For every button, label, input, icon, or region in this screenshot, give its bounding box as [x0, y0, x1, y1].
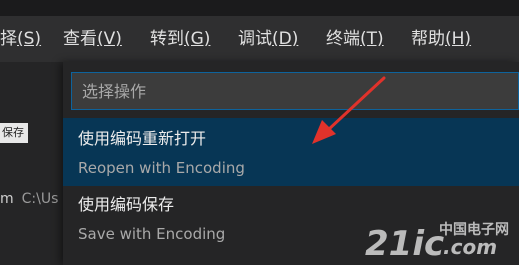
quick-pick-input-box [71, 72, 519, 110]
menu-selection[interactable]: 择(S) [0, 16, 41, 62]
menu-label: 帮助 [411, 29, 445, 49]
menu-mnemonic: (H) [445, 29, 472, 49]
save-tab-fragment: 保存 [0, 123, 28, 143]
menu-mnemonic: (T) [360, 29, 384, 49]
quick-pick-item-reopen-with-encoding[interactable]: 使用编码重新打开 Reopen with Encoding [63, 118, 519, 186]
watermark-domain-text: .com [443, 235, 497, 259]
menu-go[interactable]: 转到(G) [150, 16, 210, 62]
menu-label: 择 [0, 29, 17, 49]
path-name: m [0, 191, 14, 207]
menu-mnemonic: (D) [272, 29, 299, 49]
menu-label: 终端 [326, 29, 360, 49]
menu-terminal[interactable]: 终端(T) [326, 16, 384, 62]
menu-label: 查看 [63, 29, 97, 49]
menu-view[interactable]: 查看(V) [63, 16, 122, 62]
red-arrow-annotation [312, 76, 386, 144]
quick-pick-input[interactable] [72, 73, 518, 109]
window-top-strip [0, 0, 519, 16]
menu-label: 转到 [150, 29, 184, 49]
path-dir: C:\Us [21, 191, 59, 207]
menu-help[interactable]: 帮助(H) [411, 16, 471, 62]
quick-pick-item-label: 使用编码保存 [78, 195, 175, 214]
menu-mnemonic: (S) [17, 29, 42, 49]
menu-mnemonic: (V) [97, 29, 122, 49]
menu-bar: 择(S) 查看(V) 转到(G) 调试(D) 终端(T) 帮助(H) [0, 16, 519, 62]
menu-mnemonic: (G) [184, 29, 211, 49]
menu-debug[interactable]: 调试(D) [238, 16, 298, 62]
watermark-logo: 21ic 中国电子网 .com [365, 221, 509, 263]
menu-label: 调试 [238, 29, 272, 49]
quick-pick-item-label: 使用编码重新打开 [78, 129, 207, 148]
file-path-fragment: m C:\Us [0, 188, 58, 210]
quick-pick-item-description: Reopen with Encoding [78, 159, 245, 177]
watermark-logo-text: 21ic [365, 224, 444, 263]
